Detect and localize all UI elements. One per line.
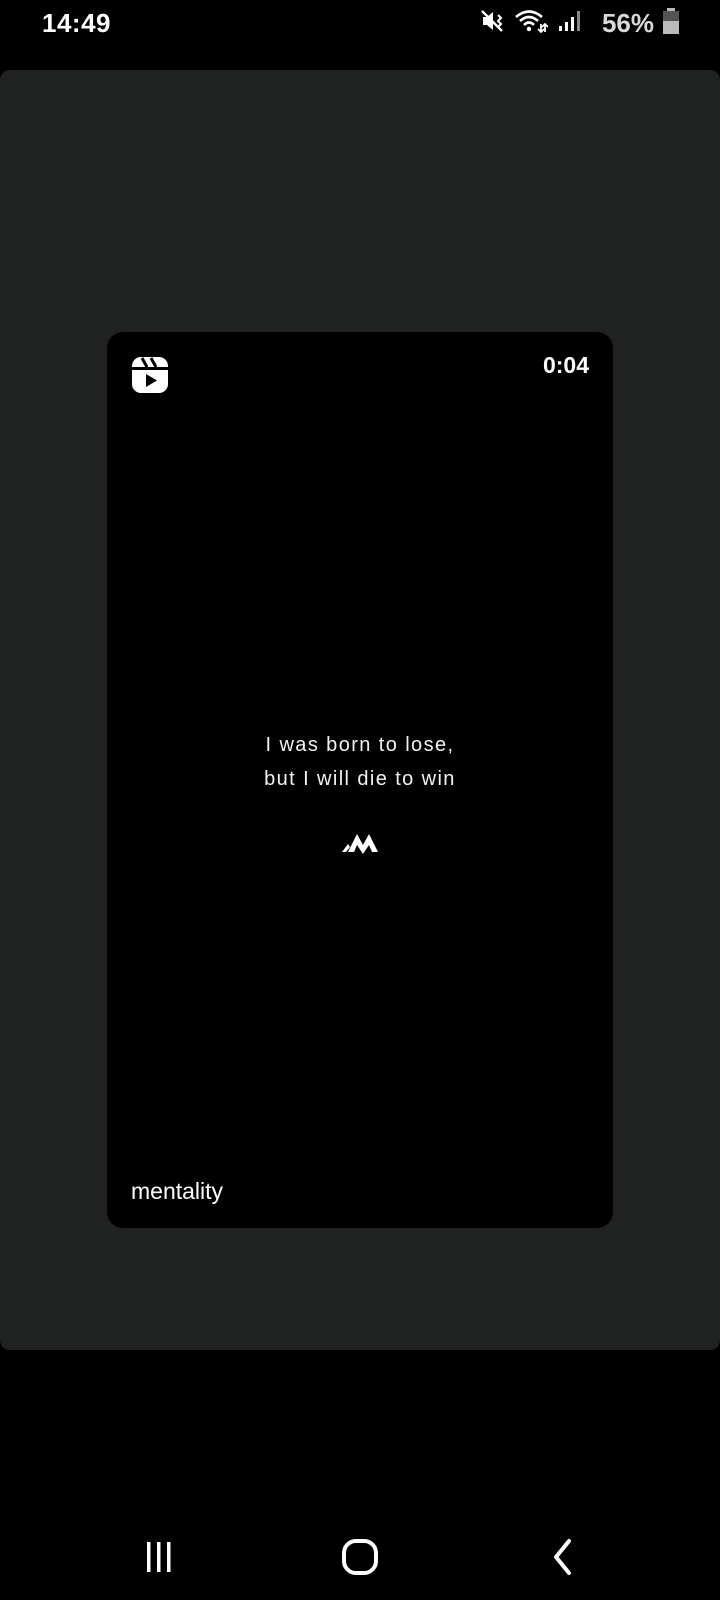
home-button[interactable] [330,1532,390,1582]
battery-percentage: 56% [601,7,654,38]
navigation-bar [0,1500,720,1600]
status-time: 14:49 [42,8,111,38]
status-icons: 56% [480,6,680,40]
status-bar: 14:49 56% [0,0,720,48]
wifi-icon [514,8,549,39]
mute-vibrate-icon [480,8,506,39]
reel-preview-panel: 0:04 I was born to lose, but I will die … [0,70,720,1350]
username[interactable]: mentality [131,1178,223,1205]
mentality-logo [342,834,378,854]
recent-apps-icon [147,1542,171,1572]
reel-card[interactable]: 0:04 I was born to lose, but I will die … [107,332,613,1228]
reels-icon [132,357,168,393]
quote-line-2: but I will die to win [264,768,456,790]
video-duration: 0:04 [542,352,589,378]
back-icon [554,1539,571,1575]
battery-icon [662,7,680,40]
signal-icon [556,8,582,39]
back-button[interactable] [533,1532,593,1582]
recent-apps-button[interactable] [129,1532,189,1582]
quote-line-1: I was born to lose, [265,734,455,756]
home-icon [342,1539,378,1575]
